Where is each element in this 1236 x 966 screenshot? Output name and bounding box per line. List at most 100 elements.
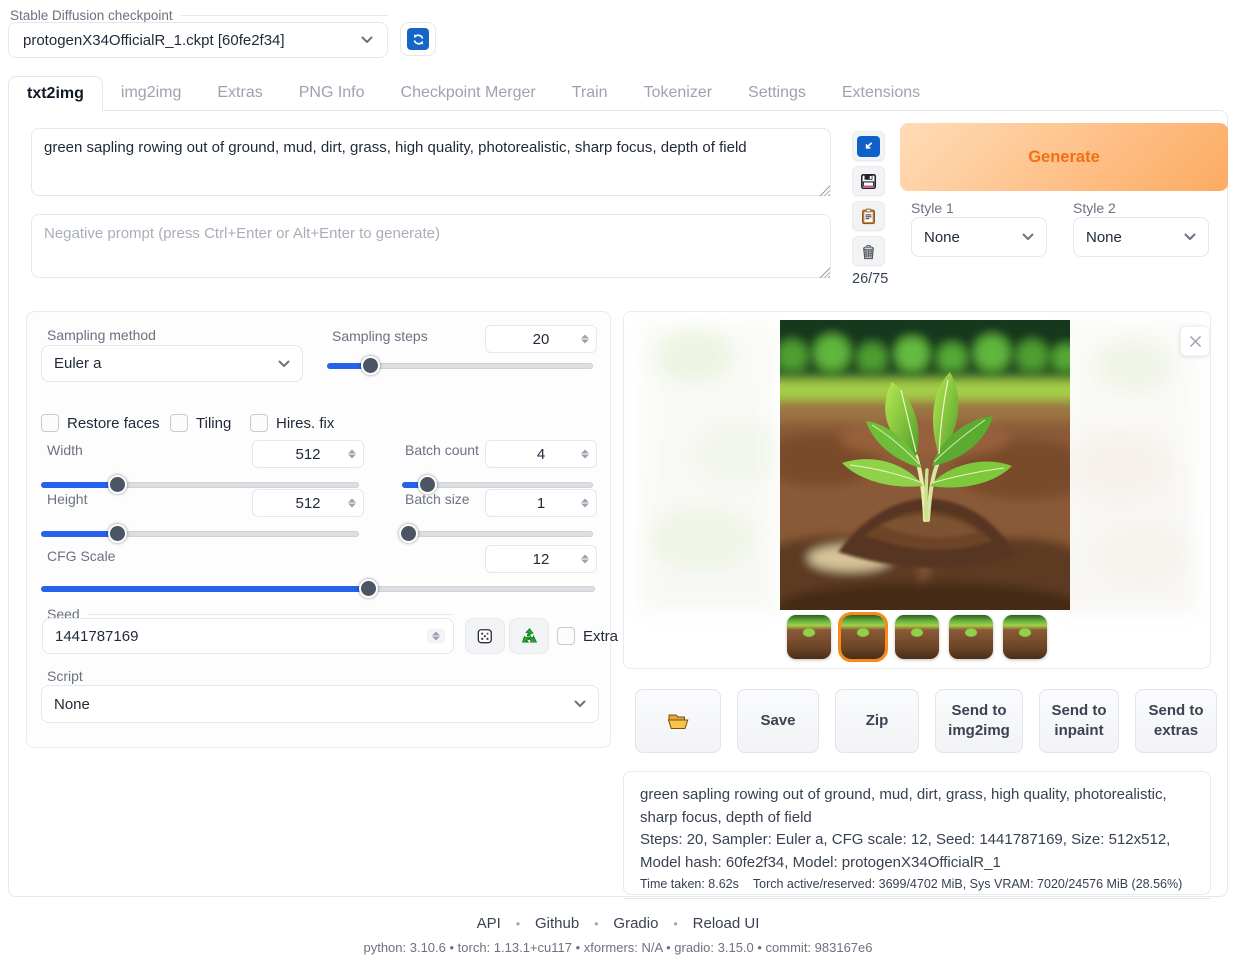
style1-dropdown[interactable]: None xyxy=(911,217,1047,257)
style2-label: Style 2 xyxy=(1073,200,1116,216)
stepper-arrows[interactable] xyxy=(581,555,589,564)
footer-link-api[interactable]: API xyxy=(477,915,501,932)
thumbnail-2-selected[interactable] xyxy=(841,615,885,659)
cfg-scale-label: CFG Scale xyxy=(47,548,115,564)
token-counter: 26/75 xyxy=(852,271,886,287)
gallery-actions: Save Zip Send to img2img Send to inpaint… xyxy=(635,689,1219,753)
height-label: Height xyxy=(47,491,87,507)
floppy-disk-icon xyxy=(859,172,878,191)
generation-settings: Sampling method Euler a Sampling steps 2… xyxy=(26,311,611,748)
style2-dropdown[interactable]: None xyxy=(1073,217,1209,257)
batch-count-label: Batch count xyxy=(405,442,479,458)
stepper-arrows[interactable] xyxy=(348,450,356,459)
reuse-seed-button[interactable] xyxy=(509,618,549,654)
slider-handle[interactable] xyxy=(359,579,378,598)
txt2img-panel: green sapling rowing out of ground, mud,… xyxy=(8,110,1228,897)
hires-fix-checkbox[interactable]: Hires. fix xyxy=(250,414,334,432)
apply-style-button[interactable] xyxy=(852,201,885,231)
send-to-extras-button[interactable]: Send to extras xyxy=(1135,689,1217,753)
time-taken: Time taken: 8.62s xyxy=(640,877,739,891)
zip-button[interactable]: Zip xyxy=(835,689,919,753)
chevron-down-icon xyxy=(1184,233,1196,241)
batch-size-input[interactable]: 1 xyxy=(485,489,597,517)
folder-icon xyxy=(666,709,690,733)
clipboard-icon xyxy=(859,207,878,226)
save-style-button[interactable] xyxy=(852,166,885,196)
checkpoint-value: protogenX34OfficialR_1.ckpt [60fe2f34] xyxy=(23,32,361,49)
sampling-steps-slider[interactable] xyxy=(327,356,593,375)
down-left-arrow-icon xyxy=(857,136,880,157)
info-performance: Time taken: 8.62s Torch active/reserved:… xyxy=(624,877,1210,899)
stepper-arrows[interactable] xyxy=(581,335,589,344)
tab-extras[interactable]: Extras xyxy=(199,76,280,111)
stepper-arrows[interactable] xyxy=(581,499,589,508)
sampling-steps-input[interactable]: 20 xyxy=(485,325,597,353)
width-input[interactable]: 512 xyxy=(252,440,364,468)
chevron-down-icon xyxy=(1022,233,1034,241)
height-slider[interactable] xyxy=(41,524,359,543)
open-folder-button[interactable] xyxy=(635,689,721,753)
info-parameters: Steps: 20, Sampler: Euler a, CFG scale: … xyxy=(640,829,1194,874)
thumbnail-1[interactable] xyxy=(787,615,831,659)
tab-tokenizer[interactable]: Tokenizer xyxy=(626,76,730,111)
slider-handle[interactable] xyxy=(399,524,418,543)
tab-png-info[interactable]: PNG Info xyxy=(281,76,383,111)
tab-txt2img[interactable]: txt2img xyxy=(8,76,103,112)
restore-faces-checkbox[interactable]: Restore faces xyxy=(41,414,160,432)
stepper-arrows[interactable] xyxy=(427,629,445,644)
stepper-arrows[interactable] xyxy=(581,450,589,459)
generated-image[interactable] xyxy=(780,320,1070,610)
generate-button[interactable]: Generate xyxy=(900,123,1228,191)
negative-prompt-input[interactable] xyxy=(31,214,831,278)
tab-extensions[interactable]: Extensions xyxy=(824,76,938,111)
batch-size-slider[interactable] xyxy=(402,524,593,543)
extra-seed-checkbox[interactable]: Extra xyxy=(557,627,618,645)
prompt-input[interactable]: green sapling rowing out of ground, mud,… xyxy=(31,128,831,196)
script-label: Script xyxy=(47,668,83,684)
save-button[interactable]: Save xyxy=(737,689,819,753)
thumbnail-4[interactable] xyxy=(949,615,993,659)
tab-checkpoint-merger[interactable]: Checkpoint Merger xyxy=(383,76,554,111)
footer-link-github[interactable]: Github xyxy=(535,915,579,932)
tab-settings[interactable]: Settings xyxy=(730,76,824,111)
sampling-method-dropdown[interactable]: Euler a xyxy=(41,345,303,382)
tab-img2img[interactable]: img2img xyxy=(103,76,199,111)
stepper-arrows[interactable] xyxy=(348,499,356,508)
refresh-checkpoints-button[interactable] xyxy=(400,22,436,56)
trash-icon xyxy=(859,242,878,261)
checkpoint-dropdown[interactable]: protogenX34OfficialR_1.ckpt [60fe2f34] xyxy=(8,22,388,58)
cfg-scale-input[interactable]: 12 xyxy=(485,545,597,573)
tab-train[interactable]: Train xyxy=(554,76,626,111)
height-input[interactable]: 512 xyxy=(252,489,364,517)
sd-webui: Stable Diffusion checkpoint protogenX34O… xyxy=(0,0,1236,966)
slider-handle[interactable] xyxy=(108,475,127,494)
width-label: Width xyxy=(47,442,83,458)
slider-handle[interactable] xyxy=(108,524,127,543)
close-gallery-button[interactable] xyxy=(1180,326,1210,356)
chevron-down-icon xyxy=(574,700,586,708)
chevron-down-icon xyxy=(361,36,373,44)
thumbnail-3[interactable] xyxy=(895,615,939,659)
style1-label: Style 1 xyxy=(911,200,954,216)
footer: API • Github • Gradio • Reload UI python… xyxy=(0,915,1236,955)
script-dropdown[interactable]: None xyxy=(41,685,599,723)
slider-handle[interactable] xyxy=(361,356,380,375)
prompt-tools: 26/75 xyxy=(852,131,886,287)
info-prompt: green sapling rowing out of ground, mud,… xyxy=(640,784,1194,829)
footer-link-gradio[interactable]: Gradio xyxy=(613,915,658,932)
seed-input[interactable]: 1441787169 xyxy=(42,618,454,654)
footer-link-reload-ui[interactable]: Reload UI xyxy=(693,915,760,932)
version-info: python: 3.10.6 • torch: 1.13.1+cu117 • x… xyxy=(0,940,1236,955)
close-icon xyxy=(1189,335,1202,348)
send-to-img2img-button[interactable]: Send to img2img xyxy=(935,689,1023,753)
send-to-inpaint-button[interactable]: Send to inpaint xyxy=(1039,689,1119,753)
batch-count-input[interactable]: 4 xyxy=(485,440,597,468)
clear-prompt-button[interactable] xyxy=(852,236,885,266)
thumbnail-5[interactable] xyxy=(1003,615,1047,659)
cfg-scale-slider[interactable] xyxy=(41,579,595,598)
thumbnail-strip xyxy=(624,615,1210,659)
read-generation-params-button[interactable] xyxy=(852,131,885,161)
sampling-method-label: Sampling method xyxy=(47,327,156,343)
random-seed-button[interactable] xyxy=(465,618,505,654)
tiling-checkbox[interactable]: Tiling xyxy=(170,414,231,432)
